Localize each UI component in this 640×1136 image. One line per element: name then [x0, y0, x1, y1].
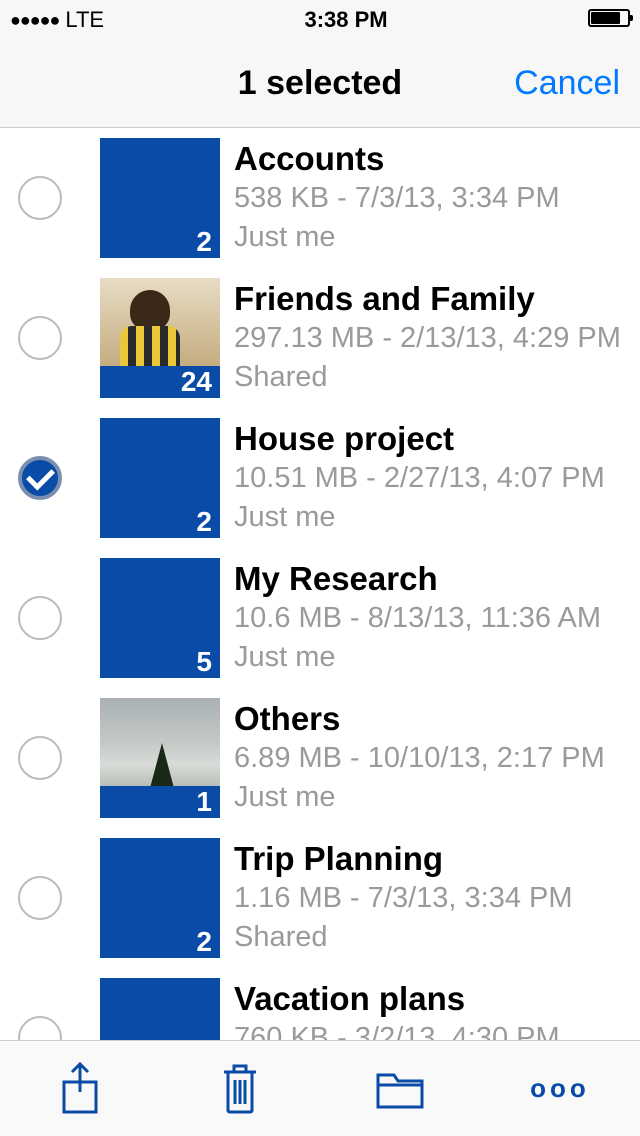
item-meta: 10.6 MB - 8/13/13, 11:36 AM [234, 599, 640, 638]
album-thumbnail[interactable]: 2 [100, 838, 220, 958]
item-sharing: Just me [234, 218, 640, 257]
item-sharing: Shared [234, 918, 640, 957]
item-meta: 538 KB - 7/3/13, 3:34 PM [234, 179, 640, 218]
list-item[interactable]: 5 My Research10.6 MB - 8/13/13, 11:36 AMJ… [0, 548, 640, 688]
list-item[interactable]: 24 Friends and Family297.13 MB - 2/13/13,… [0, 268, 640, 408]
item-sharing: Just me [234, 638, 640, 677]
item-info: Accounts538 KB - 7/3/13, 3:34 PMJust me [234, 139, 640, 257]
more-icon: ooo [530, 1073, 590, 1104]
share-icon [58, 1062, 102, 1116]
item-title: Vacation plans [234, 979, 640, 1019]
toolbar: ooo [0, 1040, 640, 1136]
selection-checkbox[interactable] [18, 876, 62, 920]
battery-icon [588, 9, 630, 27]
album-thumbnail[interactable]: 2 [100, 418, 220, 538]
list-item[interactable]: 2 House project10.51 MB - 2/27/13, 4:07 P… [0, 408, 640, 548]
item-title: Friends and Family [234, 279, 640, 319]
delete-button[interactable] [210, 1059, 270, 1119]
list-item[interactable]: 2 Accounts538 KB - 7/3/13, 3:34 PMJust me [0, 128, 640, 268]
item-title: My Research [234, 559, 640, 599]
item-count-badge: 24 [100, 366, 220, 398]
list-item[interactable]: 2 Trip Planning1.16 MB - 7/3/13, 3:34 PMS… [0, 828, 640, 968]
item-info: Trip Planning1.16 MB - 7/3/13, 3:34 PMSh… [234, 839, 640, 957]
album-thumbnail[interactable]: 1 [100, 698, 220, 818]
item-sharing: Just me [234, 778, 640, 817]
item-count-badge: 5 [100, 646, 220, 678]
carrier-label: LTE [65, 7, 104, 33]
item-title: Others [234, 699, 640, 739]
nav-bar: 1 selected Cancel [0, 40, 640, 128]
item-meta: 297.13 MB - 2/13/13, 4:29 PM [234, 319, 640, 358]
status-bar: ●●●●● LTE 3:38 PM [0, 0, 640, 40]
item-meta: 10.51 MB - 2/27/13, 4:07 PM [234, 459, 640, 498]
album-thumbnail[interactable]: 2 [100, 138, 220, 258]
selection-checkbox[interactable] [18, 736, 62, 780]
album-thumbnail[interactable]: 24 [100, 278, 220, 398]
item-info: House project10.51 MB - 2/27/13, 4:07 PM… [234, 419, 640, 537]
item-info: My Research10.6 MB - 8/13/13, 11:36 AMJu… [234, 559, 640, 677]
signal-dots-icon: ●●●●● [10, 10, 59, 31]
item-sharing: Just me [234, 498, 640, 537]
status-right [588, 7, 630, 33]
status-time: 3:38 PM [304, 7, 387, 33]
item-count-badge: 2 [100, 926, 220, 958]
item-count-badge: 2 [100, 506, 220, 538]
item-title: House project [234, 419, 640, 459]
item-info: Friends and Family297.13 MB - 2/13/13, 4… [234, 279, 640, 397]
more-button[interactable]: ooo [530, 1059, 590, 1119]
selection-checkbox[interactable] [18, 176, 62, 220]
trash-icon [218, 1062, 262, 1116]
album-list: 2Accounts538 KB - 7/3/13, 3:34 PMJust me… [0, 128, 640, 1108]
album-thumbnail[interactable]: 5 [100, 558, 220, 678]
item-count-badge: 1 [100, 786, 220, 818]
item-info: Others6.89 MB - 10/10/13, 2:17 PMJust me [234, 699, 640, 817]
item-meta: 6.89 MB - 10/10/13, 2:17 PM [234, 739, 640, 778]
selection-checkbox[interactable] [18, 316, 62, 360]
folder-icon [374, 1067, 426, 1111]
list-item[interactable]: 1 Others6.89 MB - 10/10/13, 2:17 PMJust m… [0, 688, 640, 828]
page-title: 1 selected [238, 64, 402, 103]
status-left: ●●●●● LTE [10, 7, 104, 33]
share-button[interactable] [50, 1059, 110, 1119]
item-count-badge: 2 [100, 226, 220, 258]
cancel-button[interactable]: Cancel [514, 64, 620, 103]
item-meta: 1.16 MB - 7/3/13, 3:34 PM [234, 879, 640, 918]
item-sharing: Shared [234, 358, 640, 397]
selection-checkbox[interactable] [18, 596, 62, 640]
move-button[interactable] [370, 1059, 430, 1119]
item-title: Trip Planning [234, 839, 640, 879]
item-title: Accounts [234, 139, 640, 179]
selection-checkbox[interactable] [18, 456, 62, 500]
